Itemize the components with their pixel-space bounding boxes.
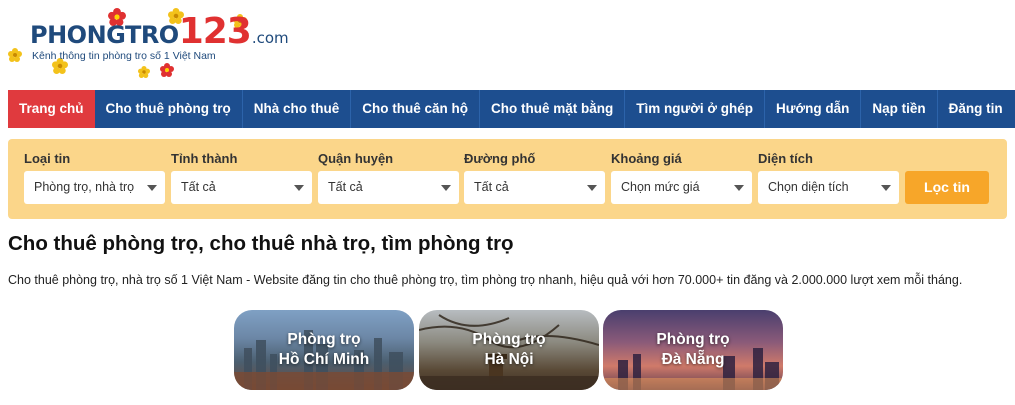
- nav-item-nap-tien[interactable]: Nạp tiền: [861, 90, 938, 128]
- logo-tagline: Kênh thông tin phòng trọ số 1 Việt Nam: [32, 50, 216, 62]
- city-card-label: Phòng trọ Hồ Chí Minh: [234, 330, 414, 370]
- search-filter: Loại tin Phòng trọ, nhà trọ Tỉnh thành T…: [8, 139, 1007, 219]
- nav-item-trang-chu[interactable]: Trang chủ: [8, 90, 95, 128]
- logo-word-phongtro: PHONGTRO: [30, 21, 179, 49]
- nav-item-dang-tin[interactable]: Đăng tin: [938, 90, 1014, 128]
- chevron-down-icon: [734, 185, 744, 191]
- main-nav: Trang chủ Cho thuê phòng trọ Nhà cho thu…: [8, 90, 1015, 128]
- page-description: Cho thuê phòng trọ, nhà trọ số 1 Việt Na…: [8, 273, 963, 287]
- select-value: Chọn diện tích: [768, 180, 849, 194]
- khoang-gia-select[interactable]: Chọn mức giá: [611, 171, 752, 204]
- select-value: Phòng trọ, nhà trọ: [34, 180, 135, 194]
- duong-pho-select[interactable]: Tất cả: [464, 171, 605, 204]
- filter-submit-button[interactable]: Lọc tin: [905, 171, 989, 204]
- select-value: Chọn mức giá: [621, 180, 700, 194]
- city-card-ha-noi[interactable]: Phòng trọ Hà Nội: [419, 310, 599, 390]
- loai-tin-select[interactable]: Phòng trọ, nhà trọ: [24, 171, 165, 204]
- filter-group-duong-pho: Đường phố Tất cả: [464, 151, 605, 204]
- select-value: Tất cả: [474, 180, 509, 194]
- nav-item-huong-dan[interactable]: Hướng dẫn: [765, 90, 862, 128]
- chevron-down-icon: [881, 185, 891, 191]
- chevron-down-icon: [587, 185, 597, 191]
- city-card-line2: Hồ Chí Minh: [278, 351, 370, 368]
- filter-label: Quận huyện: [318, 151, 394, 166]
- filter-label: Đường phố: [464, 151, 536, 166]
- nav-item-cho-thue-phong-tro[interactable]: Cho thuê phòng trọ: [95, 90, 243, 128]
- filter-label: Loại tin: [24, 151, 71, 166]
- filter-group-dien-tich: Diện tích Chọn diện tích: [758, 151, 899, 204]
- nav-item-tim-nguoi-o-ghep[interactable]: Tìm người ở ghép: [625, 90, 765, 128]
- filter-group-tinh-thanh: Tỉnh thành Tất cả: [171, 151, 312, 204]
- dien-tich-select[interactable]: Chọn diện tích: [758, 171, 899, 204]
- site-logo[interactable]: PHONGTRO123.com Kênh thông tin phòng trọ…: [8, 8, 289, 83]
- chevron-down-icon: [147, 185, 157, 191]
- flower-icon: [160, 63, 174, 77]
- logo-wordmark: PHONGTRO123.com: [30, 14, 289, 50]
- city-card-line2: Hà Nội: [484, 351, 534, 368]
- filter-label: Khoảng giá: [611, 151, 682, 166]
- chevron-down-icon: [441, 185, 451, 191]
- city-card-ho-chi-minh[interactable]: Phòng trọ Hồ Chí Minh: [234, 310, 414, 390]
- filter-group-khoang-gia: Khoảng giá Chọn mức giá: [611, 151, 752, 204]
- quan-huyen-select[interactable]: Tất cả: [318, 171, 459, 204]
- site-header: PHONGTRO123.com Kênh thông tin phòng trọ…: [0, 0, 1015, 90]
- flower-icon: [138, 66, 150, 78]
- page-title: Cho thuê phòng trọ, cho thuê nhà trọ, tì…: [8, 232, 514, 255]
- tinh-thanh-select[interactable]: Tất cả: [171, 171, 312, 204]
- city-card-line1: Phòng trọ: [472, 331, 546, 348]
- filter-label: Tỉnh thành: [171, 151, 238, 166]
- city-card-label: Phòng trọ Hà Nội: [419, 330, 599, 370]
- city-card-line1: Phòng trọ: [656, 331, 730, 348]
- chevron-down-icon: [294, 185, 304, 191]
- flower-icon: [8, 48, 22, 62]
- select-value: Tất cả: [181, 180, 216, 194]
- nav-item-nha-cho-thue[interactable]: Nhà cho thuê: [243, 90, 352, 128]
- filter-group-loai-tin: Loại tin Phòng trọ, nhà trọ: [24, 151, 165, 204]
- logo-word-dotcom: .com: [251, 29, 289, 47]
- filter-group-quan-huyen: Quận huyện Tất cả: [318, 151, 459, 204]
- filter-label: Diện tích: [758, 151, 813, 166]
- city-card-da-nang[interactable]: Phòng trọ Đà Nẵng: [603, 310, 783, 390]
- nav-item-cho-thue-can-ho[interactable]: Cho thuê căn hộ: [351, 90, 480, 128]
- city-card-line2: Đà Nẵng: [661, 351, 725, 368]
- logo-word-123: 123: [178, 11, 252, 52]
- city-card-line1: Phòng trọ: [287, 331, 361, 348]
- nav-item-cho-thue-mat-bang[interactable]: Cho thuê mặt bằng: [480, 90, 626, 128]
- city-card-label: Phòng trọ Đà Nẵng: [603, 330, 783, 370]
- select-value: Tất cả: [328, 180, 363, 194]
